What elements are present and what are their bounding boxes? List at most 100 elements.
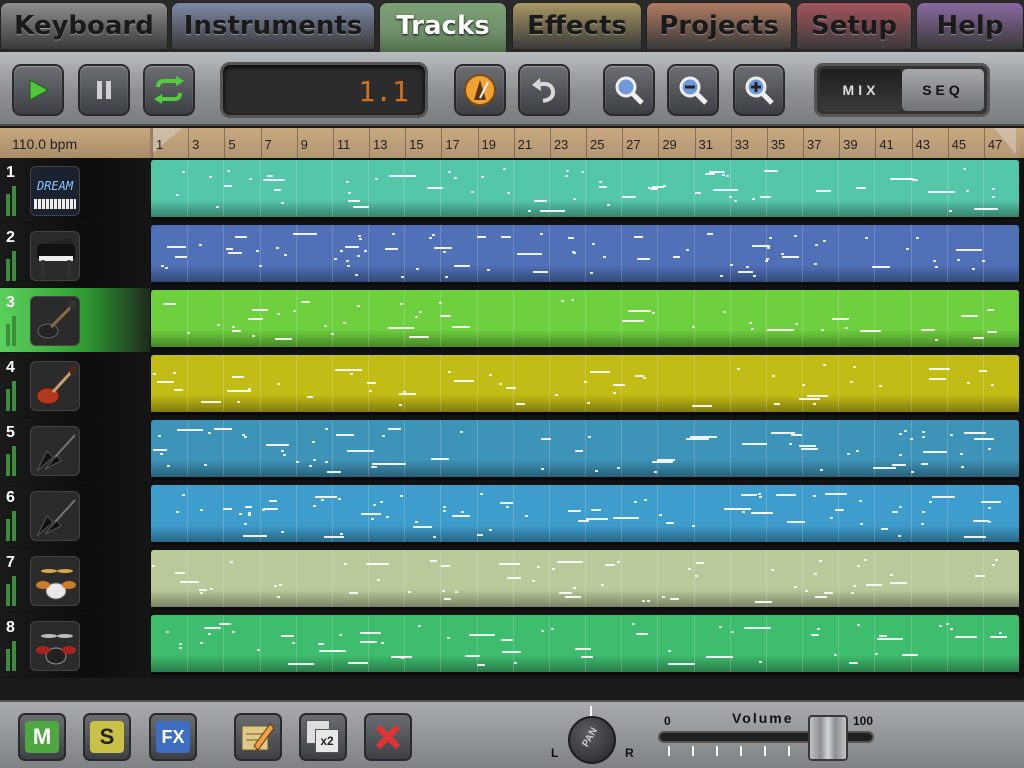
midi-note xyxy=(281,635,294,637)
midi-note xyxy=(217,324,220,326)
zoom-button[interactable] xyxy=(603,64,655,116)
solo-button[interactable]: S xyxy=(83,713,131,761)
fx-button[interactable]: FX xyxy=(149,713,197,761)
track-number: 2 xyxy=(6,229,15,246)
bar-gridline xyxy=(476,225,478,282)
midi-note xyxy=(692,326,695,328)
track-lane-2[interactable] xyxy=(151,225,1019,285)
track-lane-5[interactable] xyxy=(151,420,1019,480)
midi-note xyxy=(434,247,452,249)
ruler-tick xyxy=(586,128,587,158)
instrument-icon-piano[interactable] xyxy=(30,231,80,281)
bar-gridline xyxy=(548,290,550,347)
track-header-6[interactable]: 6 xyxy=(0,483,150,547)
track-header-8[interactable]: 8 xyxy=(0,613,150,677)
tab-keyboard[interactable]: Keyboard xyxy=(0,2,168,50)
track-header-5[interactable]: 5 xyxy=(0,418,150,482)
ruler-bar-label: 19 xyxy=(481,137,496,152)
track-header-2[interactable]: 2 xyxy=(0,223,150,287)
pan-knob[interactable]: PAN xyxy=(568,716,616,764)
instrument-icon-red-guitar[interactable] xyxy=(30,361,80,411)
midi-note xyxy=(613,392,616,394)
midi-note xyxy=(447,637,450,639)
volume-slider-thumb[interactable] xyxy=(808,715,849,761)
bar-gridline xyxy=(440,550,442,607)
instrument-icon-drum-kit-black[interactable] xyxy=(30,621,80,671)
track-lane-3[interactable] xyxy=(151,290,1019,350)
bar-gridline xyxy=(404,550,406,607)
bar-gridline xyxy=(874,355,876,412)
instrument-icon-drum-kit[interactable] xyxy=(30,556,80,606)
midi-note xyxy=(929,368,950,370)
midi-note xyxy=(752,198,755,200)
ruler-tick xyxy=(622,128,624,158)
midi-note xyxy=(324,325,327,327)
tempo-display[interactable]: 110.0 bpm xyxy=(12,136,77,152)
midi-note xyxy=(232,330,241,332)
zoom-out-button[interactable] xyxy=(667,64,719,116)
track-number: 4 xyxy=(6,359,15,376)
loop-button[interactable] xyxy=(143,64,195,116)
track-lane-7[interactable] xyxy=(151,550,1019,610)
metronome-button[interactable] xyxy=(454,64,506,116)
track-header-7[interactable]: 7 xyxy=(0,548,150,612)
track-lane-6[interactable] xyxy=(151,485,1019,545)
edit-button[interactable] xyxy=(234,713,282,761)
ruler-bar-label: 29 xyxy=(662,137,677,152)
tab-projects[interactable]: Projects xyxy=(646,2,792,50)
midi-note xyxy=(722,174,725,176)
instrument-icon-electric-guitar[interactable] xyxy=(30,296,80,346)
play-button[interactable] xyxy=(12,64,64,116)
track-lane-1[interactable] xyxy=(151,160,1019,220)
bar-gridline xyxy=(910,290,912,347)
seq-button[interactable]: SEQ xyxy=(902,69,984,111)
tab-setup[interactable]: Setup xyxy=(796,2,912,50)
zoom-in-button[interactable] xyxy=(733,64,785,116)
timeline-ruler[interactable]: 110.0 bpm 1 3 5 7 9 11 13 15 17 19 21 23 25 27 29 31 33 3… xyxy=(0,128,1024,158)
tab-help[interactable]: Help xyxy=(916,2,1024,50)
midi-note xyxy=(455,591,458,593)
bar-ruler[interactable]: 1 3 5 7 9 11 13 15 17 19 21 23 25 27 29 31 33 35 37 39 41 43 4… xyxy=(150,128,1020,158)
bar-gridline xyxy=(187,355,189,412)
midi-note xyxy=(541,630,544,632)
track-header-4[interactable]: 4 xyxy=(0,353,150,417)
duplicate-button[interactable]: x2 xyxy=(299,713,347,761)
mute-button[interactable]: M xyxy=(18,713,66,761)
midi-note xyxy=(208,633,211,635)
instrument-icon-bass-guitar[interactable] xyxy=(30,426,80,476)
bar-gridline xyxy=(874,615,876,672)
midi-note xyxy=(573,198,576,200)
track-header-1[interactable]: 1 DREAM xyxy=(0,158,150,222)
bar-gridline xyxy=(331,615,333,672)
track-header-3[interactable]: 3 xyxy=(0,288,150,352)
midi-note xyxy=(409,336,429,338)
pause-button[interactable] xyxy=(78,64,130,116)
midi-note xyxy=(591,509,601,511)
mix-button[interactable]: MIX xyxy=(820,69,902,111)
position-display: 1.1 xyxy=(220,62,428,118)
midi-note xyxy=(856,187,863,189)
delete-button[interactable] xyxy=(364,713,412,761)
bar-gridline xyxy=(187,160,189,217)
ruler-bar-label: 3 xyxy=(192,137,200,152)
midi-note xyxy=(357,305,360,307)
bar-gridline xyxy=(729,355,731,412)
instrument-icon-bass-guitar[interactable] xyxy=(30,491,80,541)
midi-note xyxy=(296,461,299,463)
instrument-icon-synth[interactable]: DREAM xyxy=(30,166,80,216)
bar-gridline xyxy=(910,225,912,282)
undo-button[interactable] xyxy=(518,64,570,116)
midi-note xyxy=(344,563,347,565)
midi-note xyxy=(348,662,368,664)
midi-note xyxy=(845,327,848,329)
track-lane-4[interactable] xyxy=(151,355,1019,415)
midi-note xyxy=(442,590,445,592)
midi-note xyxy=(288,663,314,665)
tab-tracks[interactable]: Tracks xyxy=(379,2,507,54)
track-lane-8[interactable] xyxy=(151,615,1019,675)
bar-gridline xyxy=(368,615,369,672)
tab-instruments[interactable]: Instruments xyxy=(171,2,375,50)
tab-effects[interactable]: Effects xyxy=(512,2,642,50)
bar-gridline xyxy=(404,290,406,347)
midi-note xyxy=(219,623,231,625)
